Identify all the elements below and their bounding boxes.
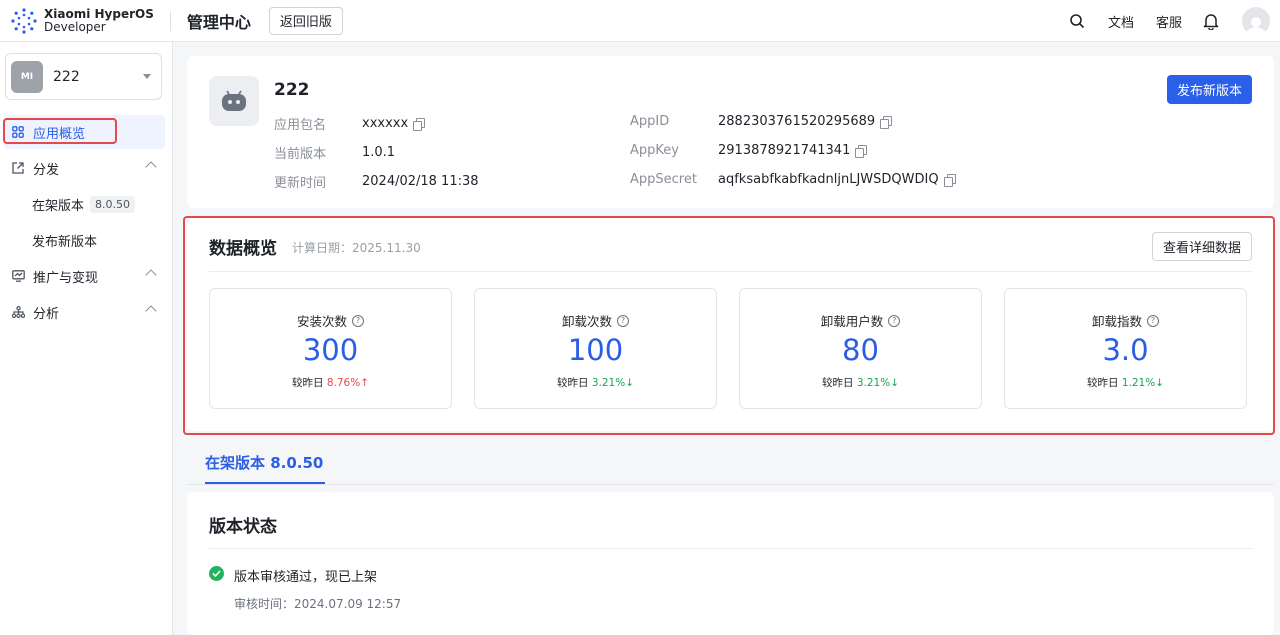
- appkey-label: AppKey: [630, 143, 679, 158]
- chart-icon: [11, 269, 25, 283]
- sidebar-subitem-label: 在架版本: [32, 198, 85, 214]
- updated-row: 更新时间 2024/02/18 11:38: [274, 172, 479, 191]
- android-robot-icon: [209, 76, 259, 126]
- version-status-card: 版本状态 版本审核通过，现已上架 审核时间：2024.07.09 12:57: [187, 492, 1274, 635]
- avatar[interactable]: [1242, 7, 1270, 35]
- sidebar-item-label: 推广与变现: [33, 270, 99, 286]
- sidebar-subitem-live-version[interactable]: 在架版本 8.0.50: [32, 191, 136, 217]
- sidebar-item-distribution[interactable]: 分发: [0, 151, 173, 185]
- appkey-row: AppKey 2913878921741341: [630, 143, 868, 158]
- hyperos-logo[interactable]: Xiaomi HyperOS Developer: [10, 7, 154, 35]
- version-label: 当前版本: [274, 147, 327, 162]
- copy-icon[interactable]: [855, 145, 868, 158]
- appid-label: AppID: [630, 114, 670, 129]
- support-link[interactable]: 客服: [1156, 12, 1182, 31]
- app-info-card: 222 发布新版本 应用包名 xxxxxx 当前版本 1.0.1 更新时间 20…: [187, 56, 1274, 208]
- logo-line1: Xiaomi HyperOS: [44, 6, 154, 21]
- section-title: 版本状态: [209, 517, 277, 537]
- divider: [209, 548, 1252, 549]
- docs-link[interactable]: 文档: [1108, 12, 1134, 31]
- header-divider: [169, 10, 171, 31]
- sidebar-item-promotion[interactable]: 推广与变现: [0, 259, 173, 293]
- app-selector[interactable]: MI 222: [5, 53, 162, 100]
- sidebar-subitem-publish-new[interactable]: 发布新版本: [32, 227, 97, 253]
- chevron-up-icon: [145, 161, 157, 173]
- chevron-up-icon: [145, 305, 157, 317]
- appid-value: 2882303761520295689: [718, 114, 876, 129]
- package-value: xxxxxx: [362, 116, 409, 131]
- logo-line2: Developer: [44, 19, 106, 34]
- external-link-icon: [11, 161, 25, 175]
- status-message: 版本审核通过，现已上架: [234, 570, 378, 585]
- appid-row: AppID 2882303761520295689: [630, 114, 893, 129]
- appsecret-label: AppSecret: [630, 172, 697, 187]
- bell-icon[interactable]: [1202, 12, 1220, 30]
- publish-new-version-button[interactable]: 发布新版本: [1166, 75, 1252, 104]
- tab-bar-divider: [187, 484, 1274, 485]
- copy-icon[interactable]: [413, 118, 426, 131]
- updated-value: 2024/02/18 11:38: [362, 174, 479, 189]
- app-selector-name: 222: [53, 68, 80, 85]
- appkey-value: 2913878921741341: [718, 143, 851, 158]
- sidebar-subitem-label: 发布新版本: [32, 234, 98, 250]
- return-old-version-button[interactable]: 返回旧版: [268, 6, 343, 35]
- app-name: 222: [274, 80, 310, 100]
- version-row: 当前版本 1.0.1: [274, 143, 395, 162]
- chevron-up-icon: [145, 269, 157, 281]
- sidebar-item-label: 分发: [33, 162, 60, 178]
- version-value: 1.0.1: [362, 145, 396, 160]
- tab-live-version[interactable]: 在架版本 8.0.50: [205, 452, 323, 473]
- page-title: 管理中心: [186, 12, 251, 32]
- highlight-box-sidebar: [3, 118, 117, 144]
- hierarchy-icon: [11, 305, 25, 319]
- package-label: 应用包名: [274, 118, 327, 133]
- updated-label: 更新时间: [274, 176, 327, 191]
- chevron-down-icon: [143, 74, 151, 79]
- top-bar: Xiaomi HyperOS Developer 管理中心 返回旧版 文档 客服: [0, 0, 1280, 42]
- check-circle-icon: [209, 566, 224, 581]
- hyperos-logo-icon: [11, 7, 37, 34]
- review-time: 审核时间：2024.07.09 12:57: [234, 597, 402, 611]
- tab-active-indicator: [205, 482, 325, 484]
- copy-icon[interactable]: [943, 174, 956, 187]
- sidebar-item-label: 分析: [33, 306, 60, 322]
- highlight-box-overview: [183, 216, 1275, 435]
- copy-icon[interactable]: [880, 116, 893, 129]
- sidebar-item-analysis[interactable]: 分析: [0, 295, 173, 329]
- appsecret-value: aqfksabfkabfkadnljnLJWSDQWDIQ: [718, 172, 939, 187]
- appsecret-row: AppSecret aqfksabfkabfkadnljnLJWSDQWDIQ: [630, 172, 956, 187]
- package-row: 应用包名 xxxxxx: [274, 114, 426, 133]
- version-tag: 8.0.50: [90, 195, 136, 213]
- search-icon[interactable]: [1068, 12, 1086, 30]
- app-thumbnail: MI: [11, 60, 43, 93]
